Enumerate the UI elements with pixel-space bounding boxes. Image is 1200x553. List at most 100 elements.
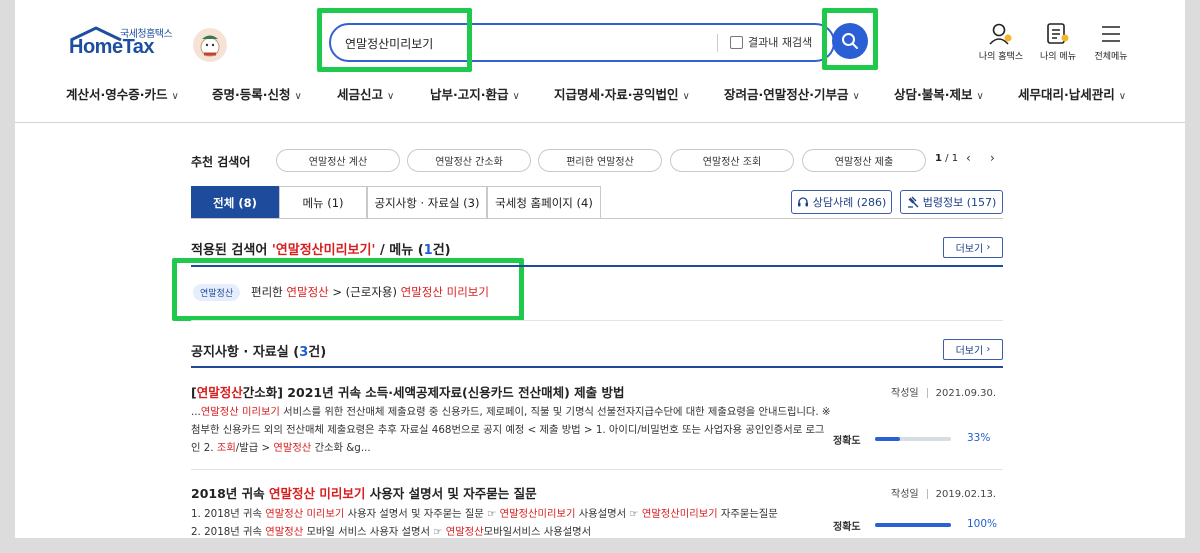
snippet-text: 1. 2018년 귀속 — [191, 508, 266, 520]
gavel-icon — [907, 196, 919, 208]
menu-category-tag: 연말정산 — [193, 284, 241, 301]
headset-icon — [797, 197, 808, 207]
chevron-right-icon[interactable]: › — [990, 151, 995, 165]
consult-cases-button[interactable]: 상담사례 (286) — [791, 190, 892, 214]
tab-menu[interactable]: 메뉴 (1) — [279, 186, 367, 219]
chevron-right-icon: › — [986, 242, 991, 253]
gnb-item[interactable]: 세금신고 ∨ — [337, 84, 394, 103]
date-label: 작성일 — [891, 388, 919, 399]
accuracy-value: 33% — [967, 432, 991, 444]
accuracy-bar — [875, 437, 951, 441]
menu-result-link[interactable]: 편리한 연말정산 > (근로자용) 연말정산 미리보기 — [251, 284, 489, 300]
snippet-highlight: 연말정산미리보기 — [641, 508, 718, 520]
title-part: 건) — [308, 345, 327, 360]
result-count: 3 — [299, 345, 309, 360]
hometax-logo[interactable]: 국세청홈택스 HomeTax — [65, 22, 227, 68]
chip-label: 연말정산 조회 — [702, 157, 762, 168]
chevron-down-icon: ∨ — [1118, 91, 1127, 102]
gnb-item-label: 지급명세·자료·공익법인 — [554, 87, 679, 102]
menu-more-button[interactable]: 더보기 › — [943, 237, 1003, 258]
tab-label: 메뉴 (1) — [302, 196, 344, 210]
more-label: 더보기 — [955, 346, 984, 357]
gnb-item[interactable]: 상담·불복·제보 ∨ — [894, 84, 984, 103]
snippet-highlight: 연말정산 — [445, 526, 484, 538]
divider — [191, 320, 1003, 321]
menu-section-line — [191, 265, 1003, 267]
snippet-highlight: 연말정산미리보기 — [499, 508, 576, 520]
all-menu-label: 전체메뉴 — [1094, 52, 1128, 62]
tab-notice[interactable]: 공지사항 · 자료실 (3) — [367, 186, 487, 219]
snippet-text: 사용자 설명서 및 자주묻는 질문 ☞ — [344, 508, 500, 520]
menu-section-title: 적용된 검색어 '연말정산미리보기' / 메뉴 (1건) — [191, 239, 451, 258]
accuracy-label: 정확도 — [833, 436, 861, 447]
chip-label: 편리한 연말정산 — [566, 157, 634, 168]
recommended-chip[interactable]: 편리한 연말정산 — [538, 149, 662, 172]
law-info-label: 법령정보 (157) — [922, 196, 997, 209]
recommended-label: 추천 검색어 — [191, 155, 251, 169]
chevron-down-icon: ∨ — [682, 91, 690, 102]
snippet-text: /발급 > — [235, 442, 274, 454]
chevron-down-icon: ∨ — [171, 91, 179, 102]
recommended-chip[interactable]: 연말정산 계산 — [276, 149, 400, 172]
post-snippet: 1. 2018년 귀속 연말정산 미리보기 사용자 설명서 및 자주묻는 질문 … — [191, 505, 831, 538]
post-date: 2019.02.13. — [935, 489, 997, 500]
gnb-item[interactable]: 장려금·연말정산·기부금 ∨ — [724, 84, 860, 103]
accuracy-bar — [875, 523, 951, 527]
title-part: / 메뉴 ( — [375, 243, 424, 258]
title-part: 적용된 검색어 — [191, 243, 272, 258]
recommended-chip[interactable]: 연말정산 간소화 — [407, 149, 531, 172]
title-part: 건) — [432, 243, 451, 258]
gnb-item-label: 계산서·영수증·카드 — [66, 87, 168, 102]
path-highlight: 연말정산 — [286, 285, 329, 299]
mascot-icon — [193, 28, 227, 62]
title-highlight: 연말정산 미리보기 — [269, 486, 366, 501]
search-button[interactable] — [832, 23, 868, 59]
gnb-item[interactable]: 납부·고지·환급 ∨ — [430, 84, 520, 103]
title-part: 공지사항 · 자료실 ( — [191, 345, 300, 360]
path-part: 편리한 — [251, 285, 287, 299]
accuracy-fill — [875, 523, 951, 527]
snippet-highlight: 연말정산 — [273, 442, 312, 454]
recommended-pager: 1 / 1 — [935, 153, 958, 164]
notice-section-title: 공지사항 · 자료실 (3건) — [191, 341, 326, 360]
gnb-item-label: 상담·불복·제보 — [894, 87, 973, 102]
gnb-item[interactable]: 지급명세·자료·공익법인 ∨ — [554, 84, 690, 103]
my-menu-label: 나의 메뉴 — [1040, 52, 1076, 62]
recommended-chip[interactable]: 연말정산 제출 — [802, 149, 926, 172]
gnb-item-label: 장려금·연말정산·기부금 — [724, 87, 849, 102]
refine-search-label[interactable]: 결과내 재검색 — [748, 34, 812, 50]
hamburger-icon — [1102, 26, 1120, 42]
gnb-item-label: 납부·고지·환급 — [430, 87, 509, 102]
chevron-left-icon[interactable]: ‹ — [966, 151, 971, 165]
post-meta: 작성일 2019.02.13. — [891, 485, 996, 500]
chevron-down-icon: ∨ — [976, 91, 984, 102]
chip-label: 연말정산 계산 — [308, 157, 368, 168]
law-info-button[interactable]: 법령정보 (157) — [900, 190, 1003, 214]
tab-nts-homepage[interactable]: 국세청 홈페이지 (4) — [487, 186, 601, 219]
tab-all[interactable]: 전체 (8) — [191, 186, 279, 219]
post-title-link[interactable]: [연말정산간소화] 2021년 귀속 소득·세액공제자료(신용카드 전산매체) … — [191, 382, 625, 401]
snippet-text: 간소화 &g... — [311, 442, 371, 454]
all-menu-button[interactable]: 전체메뉴 — [1081, 22, 1141, 62]
notice-more-button[interactable]: 더보기 › — [943, 339, 1003, 360]
my-menu-button[interactable]: 나의 메뉴 — [1028, 22, 1088, 62]
pager-current: 1 — [935, 153, 942, 164]
recommended-chip[interactable]: 연말정산 조회 — [670, 149, 794, 172]
refine-search-checkbox[interactable] — [730, 36, 743, 49]
chevron-down-icon: ∨ — [512, 91, 520, 102]
post-meta: 작성일 2021.09.30. — [891, 384, 996, 399]
accuracy-label: 정확도 — [833, 522, 861, 533]
gnb-item[interactable]: 세무대리·납세관리 ∨ — [1018, 84, 1126, 103]
tab-underline — [191, 218, 1003, 219]
post-title-link[interactable]: 2018년 귀속 연말정산 미리보기 사용자 설명서 및 자주묻는 질문 — [191, 483, 537, 502]
search-input[interactable] — [345, 32, 705, 54]
divider — [191, 469, 1003, 470]
page: 국세청홈택스 HomeTax 결과내 재검색 — [15, 0, 1185, 538]
search-box: 결과내 재검색 — [329, 23, 835, 62]
gnb-item[interactable]: 증명·등록·신청 ∨ — [212, 84, 302, 103]
my-hometax-button[interactable]: 나의 홈택스 — [971, 22, 1031, 62]
my-hometax-label: 나의 홈택스 — [978, 52, 1024, 62]
snippet-text: 모바일 서비스 사용자 설명서 ☞ — [303, 526, 446, 538]
gnb-item[interactable]: 계산서·영수증·카드 ∨ — [66, 84, 179, 103]
pager-total: / 1 — [945, 153, 959, 164]
